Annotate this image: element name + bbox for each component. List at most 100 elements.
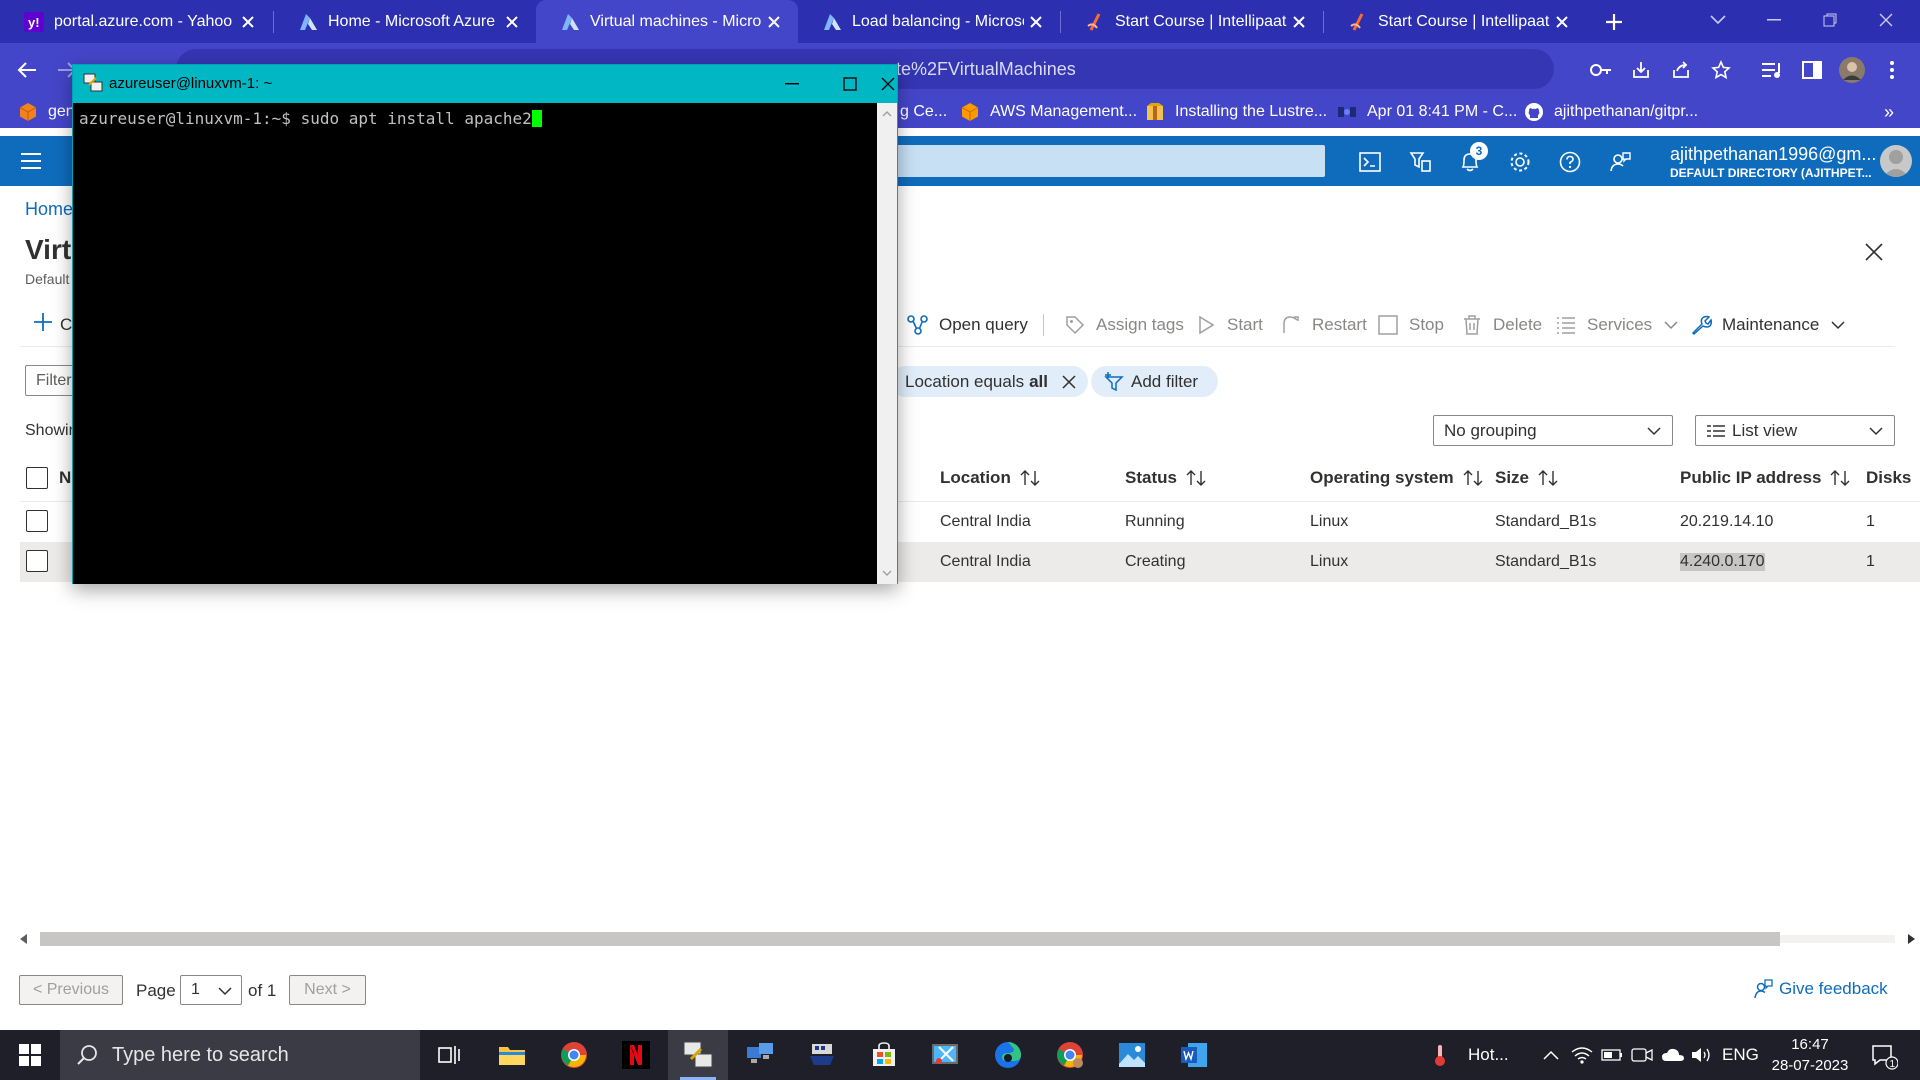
onedrive-cloud-icon[interactable] <box>1660 1043 1686 1067</box>
new-tab-plus-icon[interactable] <box>1598 6 1630 38</box>
terminal-screen[interactable]: azureuser@linuxvm-1:~$ sudo apt install … <box>73 103 877 584</box>
share-icon[interactable] <box>1668 57 1694 83</box>
bookmark-star-icon[interactable] <box>1708 57 1734 83</box>
volume-speaker-icon[interactable] <box>1690 1043 1714 1067</box>
feedback-person-icon[interactable] <box>1606 148 1634 176</box>
view-dropdown[interactable]: List view <box>1695 415 1895 446</box>
reading-list-icon[interactable] <box>1757 55 1787 85</box>
putty-title-bar[interactable]: azureuser@linuxvm-1: ~ <box>73 65 897 103</box>
chrome-menu-icon[interactable] <box>1877 55 1907 85</box>
bookmark-github[interactable]: ajithpethanan/gitpr... <box>1524 100 1698 124</box>
maintenance-button[interactable]: Maintenance <box>1690 313 1845 337</box>
task-view-icon[interactable] <box>420 1030 480 1080</box>
account-avatar[interactable] <box>1880 145 1912 177</box>
network-computers-icon[interactable] <box>730 1030 790 1080</box>
column-header-operating-system[interactable]: Operating system <box>1310 468 1484 488</box>
breadcrumb-home-link[interactable]: Home <box>25 199 73 220</box>
services-button[interactable]: Services <box>1555 313 1678 337</box>
putty-taskbar-icon[interactable] <box>668 1030 728 1080</box>
tab-close-icon[interactable] <box>1550 10 1574 34</box>
battery-icon[interactable] <box>1600 1043 1624 1067</box>
column-header-name[interactable]: N <box>59 468 71 488</box>
start-button[interactable]: Start <box>1195 313 1263 337</box>
tab-yahoo[interactable]: y! portal.azure.com - Yahoo In <box>0 0 272 43</box>
file-explorer-icon[interactable] <box>482 1030 542 1080</box>
account-email[interactable]: ajithpethanan1996@gm... <box>1670 144 1876 165</box>
page-number-select[interactable]: 1 <box>180 975 242 1005</box>
action-center-notification-icon[interactable]: 1 <box>1870 1042 1898 1070</box>
tab-close-icon[interactable] <box>236 10 260 34</box>
tab-search-chevron-icon[interactable] <box>1690 0 1746 40</box>
add-filter-button[interactable]: Add filter <box>1091 366 1219 397</box>
help-icon[interactable] <box>1556 148 1584 176</box>
assign-tags-button[interactable]: Assign tags <box>1064 313 1184 337</box>
give-feedback-link[interactable]: Give feedback <box>1753 979 1888 999</box>
tab-load-balancing[interactable]: Load balancing - Microsoft <box>798 0 1060 43</box>
input-language-indicator[interactable]: ENG <box>1722 1043 1759 1067</box>
scrollbar-thumb[interactable] <box>40 932 1780 946</box>
scroll-down-arrow-icon[interactable] <box>882 568 892 578</box>
window-close-icon[interactable] <box>1858 0 1914 40</box>
next-page-button[interactable]: Next > <box>289 975 366 1005</box>
bookmark-g-ce[interactable]: g Ce... <box>900 100 947 124</box>
bookmark-lustre[interactable]: Installing the Lustre... <box>1145 100 1327 124</box>
cloud-shell-icon[interactable] <box>1356 148 1384 176</box>
meet-now-camera-icon[interactable] <box>1630 1043 1654 1067</box>
profile-avatar[interactable] <box>1837 55 1867 85</box>
putty-minimize-icon[interactable] <box>763 69 821 99</box>
putty-terminal-window[interactable]: azureuser@linuxvm-1: ~ azureuser@linuxvm… <box>72 64 898 584</box>
select-all-checkbox[interactable] <box>26 467 48 489</box>
snipping-tool-icon[interactable] <box>916 1030 976 1080</box>
scroll-right-arrow-icon[interactable] <box>1908 934 1915 944</box>
word-icon[interactable] <box>1164 1030 1224 1080</box>
side-panel-icon[interactable] <box>1797 55 1827 85</box>
location-filter-pill[interactable]: Location equals all <box>890 366 1088 397</box>
terminal-scrollbar[interactable] <box>877 103 897 584</box>
previous-page-button[interactable]: < Previous <box>19 975 123 1005</box>
open-query-button[interactable]: Open query <box>907 313 1028 337</box>
stop-button[interactable]: Stop <box>1377 313 1444 337</box>
delete-button[interactable]: Delete <box>1461 313 1542 337</box>
ship-app-icon[interactable] <box>792 1030 852 1080</box>
tab-close-icon[interactable] <box>500 10 524 34</box>
tab-virtual-machines[interactable]: Virtual machines - Microsof <box>536 0 798 43</box>
column-header-public-ip[interactable]: Public IP address <box>1680 468 1851 488</box>
microsoft-store-icon[interactable] <box>854 1030 914 1080</box>
create-plus-icon[interactable] <box>33 312 53 332</box>
windows-start-icon[interactable] <box>0 1030 60 1080</box>
netflix-icon[interactable] <box>606 1030 666 1080</box>
column-header-size[interactable]: Size <box>1495 468 1559 488</box>
bookmark-gen[interactable]: gen <box>18 100 75 124</box>
directory-filter-icon[interactable] <box>1406 148 1434 176</box>
key-icon[interactable] <box>1588 57 1614 83</box>
grouping-dropdown[interactable]: No grouping <box>1433 415 1673 446</box>
restart-button[interactable]: Restart <box>1280 313 1367 337</box>
wifi-icon[interactable] <box>1570 1043 1594 1067</box>
install-icon[interactable] <box>1628 57 1654 83</box>
tab-close-icon[interactable] <box>1024 10 1048 34</box>
putty-close-icon[interactable] <box>879 69 897 99</box>
tab-close-icon[interactable] <box>1287 10 1311 34</box>
tab-intellipaat-1[interactable]: Start Course | Intellipaat <box>1061 0 1323 43</box>
putty-maximize-icon[interactable] <box>821 69 879 99</box>
tab-home-azure[interactable]: Home - Microsoft Azure <box>274 0 536 43</box>
taskbar-clock[interactable]: 16:47 28-07-2023 <box>1760 1034 1860 1076</box>
column-header-location[interactable]: Location <box>940 468 1041 488</box>
tab-intellipaat-2[interactable]: Start Course | Intellipaat <box>1324 0 1586 43</box>
close-blade-icon[interactable] <box>1860 238 1888 266</box>
column-header-status[interactable]: Status <box>1125 468 1207 488</box>
tab-close-icon[interactable] <box>762 10 786 34</box>
remove-filter-close-icon[interactable] <box>1060 373 1078 391</box>
edge-icon[interactable] <box>978 1030 1038 1080</box>
restore-icon[interactable] <box>1802 0 1858 40</box>
scroll-left-arrow-icon[interactable] <box>20 934 27 944</box>
azure-search-box[interactable] <box>895 145 1325 177</box>
bookmark-aws[interactable]: AWS Management... <box>960 100 1137 124</box>
create-button[interactable]: C <box>60 313 72 337</box>
column-header-disks[interactable]: Disks <box>1866 468 1911 488</box>
portal-menu-icon[interactable] <box>20 150 42 172</box>
taskbar-search-box[interactable]: Type here to search <box>60 1030 420 1080</box>
horizontal-scrollbar[interactable] <box>20 932 1915 946</box>
cell-public-ip-selected[interactable]: 4.240.0.170 <box>1680 553 1765 571</box>
chrome-profile-icon[interactable] <box>1040 1030 1100 1080</box>
